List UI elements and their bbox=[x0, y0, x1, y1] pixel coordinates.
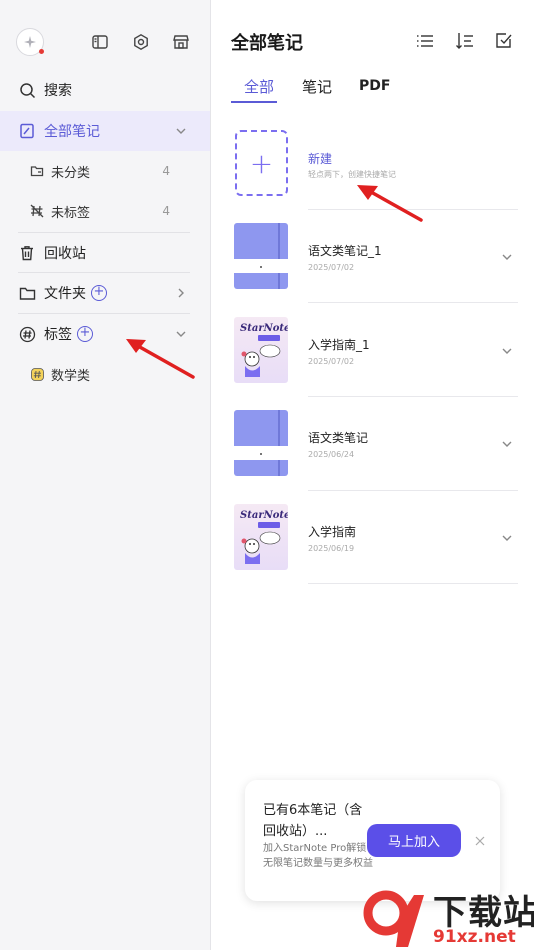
note-date: 2025/06/19 bbox=[308, 544, 355, 553]
sidebar-item-search[interactable]: 搜索 bbox=[0, 70, 210, 110]
annotation-arrow-new bbox=[357, 185, 423, 222]
annotation-arrow-tags bbox=[126, 339, 195, 379]
note-title: 语文类笔记 bbox=[308, 431, 369, 445]
list-view-icon[interactable] bbox=[414, 30, 436, 52]
site-watermark: 下载站 91xz.net bbox=[360, 885, 534, 950]
notebook-strap bbox=[278, 410, 280, 476]
sidebar-item-untagged[interactable]: 未标签 4 bbox=[0, 191, 210, 231]
chevron-down-icon[interactable] bbox=[500, 250, 514, 264]
chevron-down-icon[interactable] bbox=[174, 124, 188, 138]
sort-icon[interactable] bbox=[454, 30, 476, 52]
settings-icon[interactable] bbox=[129, 30, 153, 54]
sparkle-logo-icon[interactable] bbox=[16, 28, 44, 56]
sidebar-item-label: 未标签 bbox=[51, 205, 91, 221]
sidebar: 搜索 全部笔记 未分类 4 未标签 4 回收站 文件夹 + 标签 + 数学类 bbox=[0, 0, 211, 950]
item-count: 4 bbox=[162, 164, 170, 178]
plus-icon: + bbox=[249, 146, 274, 180]
sidebar-item-label: 全部笔记 bbox=[44, 124, 100, 140]
notebook-cover bbox=[234, 410, 288, 476]
note-date: 2025/07/02 bbox=[308, 357, 355, 366]
active-tab-indicator bbox=[231, 101, 277, 103]
new-note-label: 新建 bbox=[308, 152, 333, 166]
guide-cover: StarNote bbox=[234, 317, 288, 383]
note-date: 2025/07/02 bbox=[308, 263, 355, 272]
upgrade-promo-card: 已有6本笔记（含回收站）... 加入StarNote Pro解锁无限笔记数量与更… bbox=[245, 780, 500, 901]
notebook-dot bbox=[260, 266, 262, 268]
add-tag-button[interactable]: + bbox=[77, 326, 93, 342]
cover-brand-text: StarNote bbox=[240, 323, 288, 334]
sidebar-item-label: 搜索 bbox=[44, 83, 72, 99]
divider bbox=[308, 583, 518, 584]
sidebar-item-label: 文件夹 bbox=[44, 286, 86, 302]
sidebar-toolbar bbox=[16, 26, 196, 56]
tab-notes[interactable]: 笔记 bbox=[302, 76, 332, 97]
guide-cover: StarNote bbox=[234, 504, 288, 570]
folder-outline-icon bbox=[30, 164, 44, 178]
page-title: 全部笔记 bbox=[231, 33, 303, 54]
new-note-button[interactable]: + bbox=[235, 130, 288, 196]
divider bbox=[308, 490, 518, 491]
notification-dot bbox=[39, 49, 44, 54]
store-icon[interactable] bbox=[169, 30, 193, 54]
join-now-button[interactable]: 马上加入 bbox=[367, 824, 461, 857]
chevron-down-icon[interactable] bbox=[500, 531, 514, 545]
select-checkbox-icon[interactable] bbox=[493, 30, 515, 52]
chevron-down-icon[interactable] bbox=[500, 344, 514, 358]
sidebar-item-label: 回收站 bbox=[44, 246, 86, 262]
sidebar-item-label: 数学类 bbox=[51, 368, 91, 384]
sidebar-item-all-notes[interactable]: 全部笔记 bbox=[0, 111, 210, 151]
note-title: 入学指南_1 bbox=[308, 338, 370, 352]
notebook-cover bbox=[234, 223, 288, 289]
sidebar-item-uncategorized[interactable]: 未分类 4 bbox=[0, 151, 210, 191]
untagged-icon bbox=[30, 204, 44, 218]
watermark-logo-icon bbox=[363, 890, 424, 947]
sidebar-item-folders[interactable]: 文件夹 + bbox=[0, 273, 210, 313]
sidebar-item-label: 标签 bbox=[44, 327, 72, 343]
divider bbox=[308, 302, 518, 303]
promo-description: 加入StarNote Pro解锁无限笔记数量与更多权益 bbox=[263, 843, 373, 869]
note-title: 语文类笔记_1 bbox=[308, 244, 382, 258]
close-icon[interactable] bbox=[474, 835, 486, 847]
note-date: 2025/06/24 bbox=[308, 450, 355, 459]
sidebar-item-trash[interactable]: 回收站 bbox=[0, 233, 210, 273]
item-count: 4 bbox=[162, 204, 170, 218]
chevron-right-icon[interactable] bbox=[174, 286, 188, 300]
watermark-url: 91xz.net bbox=[433, 927, 516, 947]
folder-icon bbox=[18, 284, 36, 302]
tag-badge-icon bbox=[30, 367, 44, 381]
sidebar-toggle-icon[interactable] bbox=[88, 30, 112, 54]
notebook-strap bbox=[278, 223, 280, 289]
chevron-down-icon[interactable] bbox=[500, 437, 514, 451]
tag-icon bbox=[18, 325, 36, 343]
promo-title: 已有6本笔记（含回收站）... bbox=[263, 803, 363, 839]
tab-pdf[interactable]: PDF bbox=[359, 78, 390, 94]
divider bbox=[308, 396, 518, 397]
note-title: 入学指南 bbox=[308, 525, 357, 539]
notebook-icon bbox=[18, 122, 36, 140]
notebook-dot bbox=[260, 453, 262, 455]
tab-all[interactable]: 全部 bbox=[244, 76, 274, 97]
add-folder-button[interactable]: + bbox=[91, 285, 107, 301]
search-icon bbox=[18, 81, 36, 99]
trash-icon bbox=[18, 244, 36, 262]
sidebar-item-label: 未分类 bbox=[51, 165, 91, 181]
cover-brand-text: StarNote bbox=[240, 510, 288, 521]
